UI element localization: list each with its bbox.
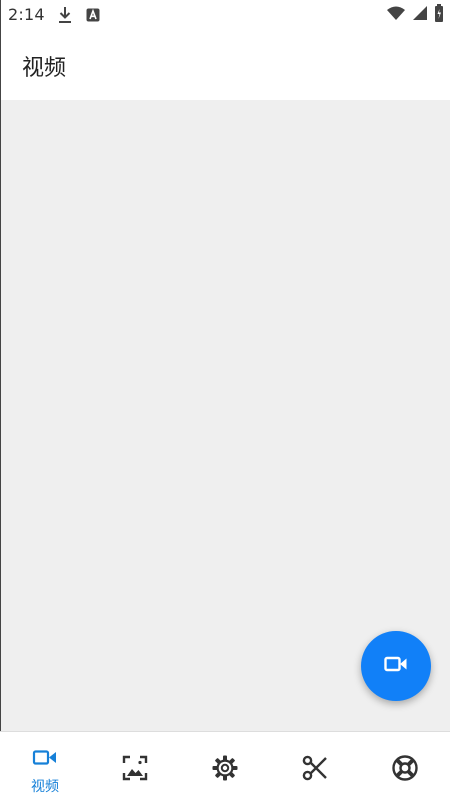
nav-label-video: 视频 (31, 779, 59, 795)
app-screen: 2:14 视频 视频 (0, 0, 450, 800)
lifebuoy-icon (391, 754, 419, 782)
nav-item-image[interactable] (90, 732, 180, 800)
nav-item-help[interactable] (360, 732, 450, 800)
videocam-icon (31, 744, 59, 772)
nav-item-settings[interactable] (180, 732, 270, 800)
record-video-fab[interactable] (361, 631, 431, 701)
scissors-icon (301, 754, 329, 782)
nav-item-video[interactable]: 视频 (0, 732, 90, 800)
image-icon (121, 754, 149, 782)
nav-item-edit[interactable] (270, 732, 360, 800)
videocam-icon (384, 655, 408, 677)
app-bar: 视频 (0, 30, 450, 100)
battery-icon (434, 4, 444, 26)
page-title: 视频 (22, 56, 67, 81)
gear-icon (211, 754, 239, 782)
signal-icon (412, 5, 428, 25)
notification-a-icon (85, 6, 101, 24)
status-bar: 2:14 (0, 0, 450, 30)
bottom-navigation: 视频 (0, 731, 450, 800)
status-time: 2:14 (8, 5, 45, 24)
wifi-icon (386, 5, 406, 25)
status-right-icons (386, 4, 444, 26)
download-icon (57, 6, 73, 24)
left-edge-divider (0, 0, 1, 800)
